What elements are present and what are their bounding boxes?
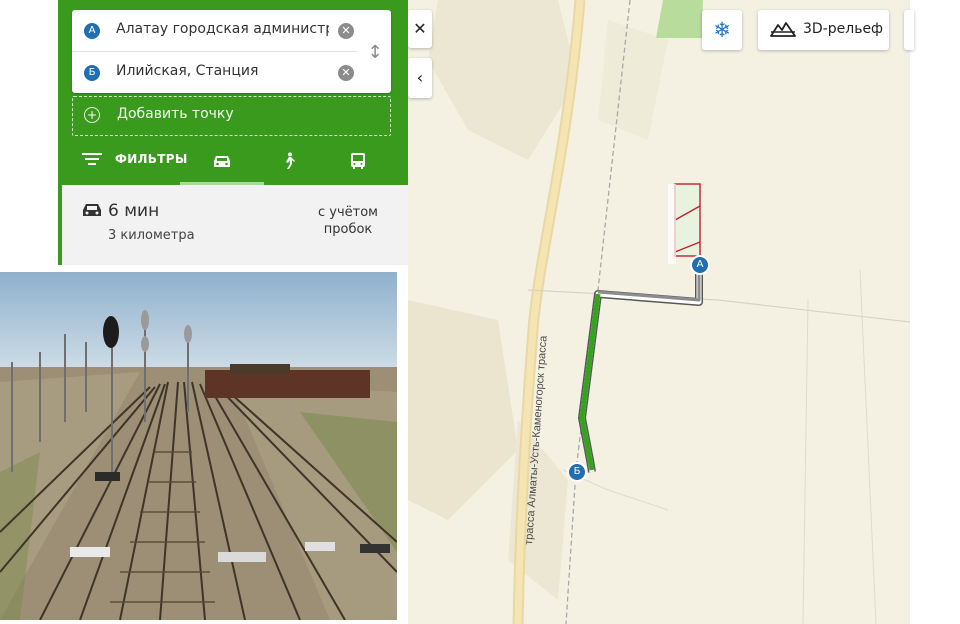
point-b-marker: Б — [84, 65, 100, 81]
mountain-icon — [770, 22, 796, 37]
plus-circle-icon: + — [84, 107, 100, 123]
winter-mode-button[interactable]: ❄ — [702, 10, 742, 50]
point-a-input[interactable]: Алатау городская администрация — [116, 21, 329, 41]
swap-points-icon[interactable]: ↕ — [365, 40, 385, 66]
route-point-a[interactable]: А Алатау городская администрация ✕ — [72, 10, 357, 52]
route-inputs: А Алатау городская администрация ✕ Б Или… — [72, 10, 391, 93]
pedestrian-icon — [286, 152, 295, 169]
clear-a-icon[interactable]: ✕ — [338, 23, 354, 39]
route-panel: А Алатау городская администрация ✕ Б Или… — [58, 0, 408, 185]
filters-label[interactable]: ФИЛЬТРЫ — [115, 152, 188, 166]
tab-transit[interactable] — [340, 148, 376, 174]
layers-button[interactable] — [904, 10, 914, 50]
filter-icon[interactable] — [82, 152, 102, 166]
railway-photo — [0, 272, 397, 620]
point-b-input[interactable]: Илийская, Станция — [116, 63, 329, 83]
traffic-line-2: пробок — [323, 222, 373, 237]
relief-label: 3D-рельеф — [803, 21, 884, 37]
snowflake-icon: ❄ — [713, 18, 731, 42]
add-point-label: Добавить точку — [117, 106, 234, 122]
map-marker-b[interactable]: Б — [567, 462, 587, 482]
close-route-button[interactable]: ✕ — [408, 10, 432, 48]
close-icon: ✕ — [413, 19, 427, 38]
map-marker-a[interactable]: А — [690, 255, 710, 275]
bus-icon — [351, 153, 365, 169]
traffic-note: с учётом пробок — [308, 204, 388, 238]
railway-illustration — [0, 272, 397, 620]
tab-walk[interactable] — [271, 148, 307, 174]
car-icon — [214, 156, 230, 167]
car-icon — [83, 204, 101, 216]
chevron-left-icon: ‹ — [416, 68, 424, 87]
relief-3d-button[interactable]: 3D-рельеф — [758, 10, 889, 50]
point-a-marker: А — [84, 23, 100, 39]
route-time: 6 мин — [108, 201, 160, 221]
add-point-button[interactable]: + Добавить точку — [72, 96, 391, 136]
clear-b-icon[interactable]: ✕ — [338, 65, 354, 81]
map-view[interactable]: трасса Алматы-Усть-Каменогорск трасса А … — [408, 0, 910, 624]
traffic-line-1: с учётом — [318, 205, 378, 220]
route-distance: 3 километра — [108, 228, 195, 243]
route-point-b[interactable]: Б Илийская, Станция ✕ — [72, 52, 357, 93]
collapse-panel-button[interactable]: ‹ — [408, 58, 432, 98]
map-canvas: трасса Алматы-Усть-Каменогорск трасса — [408, 0, 910, 624]
mode-tabs: ФИЛЬТРЫ — [58, 140, 408, 185]
route-result[interactable]: 6 мин 3 километра с учётом пробок — [58, 185, 408, 265]
tab-car[interactable] — [180, 148, 264, 185]
